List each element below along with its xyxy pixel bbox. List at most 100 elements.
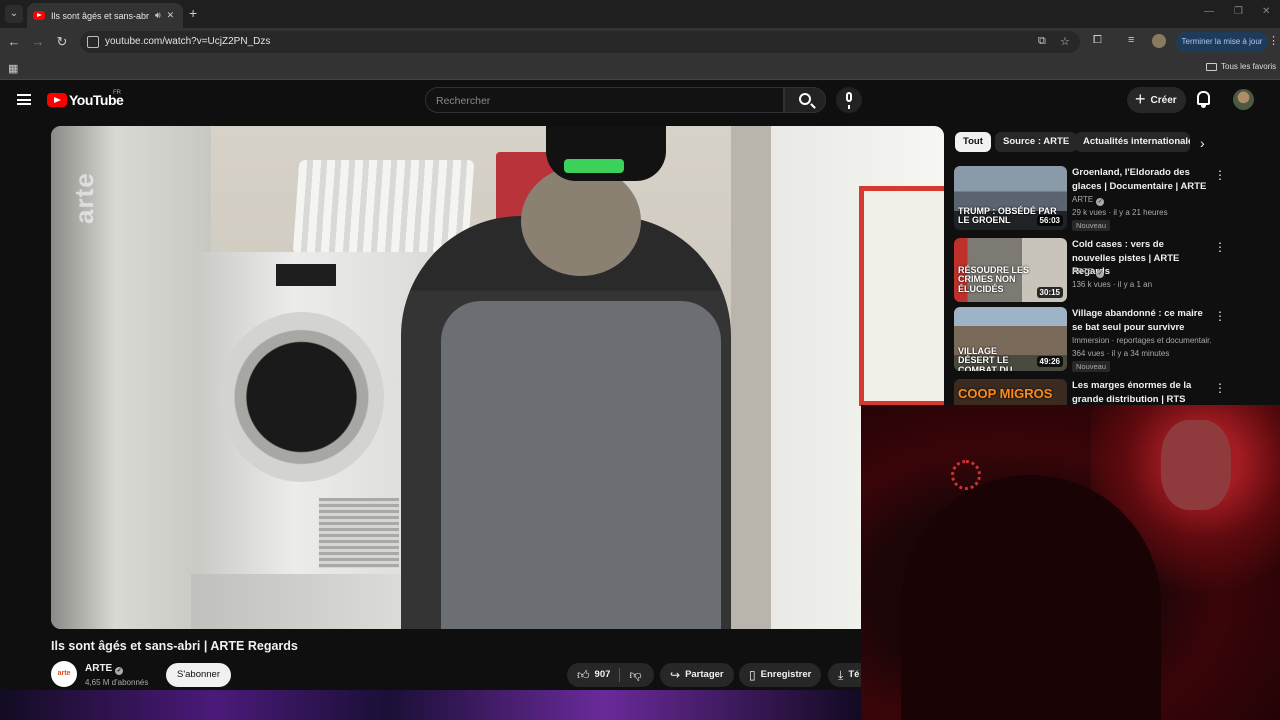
new-badge: Nouveau xyxy=(1072,361,1111,372)
youtube-favicon-icon xyxy=(33,11,45,20)
search-button[interactable] xyxy=(784,87,826,113)
minimize-icon[interactable]: — xyxy=(1204,6,1214,17)
maximize-icon[interactable]: ❐ xyxy=(1234,6,1243,17)
channel-name: ARTE xyxy=(1072,195,1094,204)
download-icon: ⤓ xyxy=(838,668,844,682)
thumbnail-text: COOP MIGROS xyxy=(958,386,1053,401)
verified-icon: ✓ xyxy=(1096,270,1105,278)
webcam-swirl-decor xyxy=(951,460,981,490)
tab-title: Ils sont âgés et sans-abri | A xyxy=(51,10,149,21)
url-text[interactable]: youtube.com/watch?v=UcjZ2PN_Dzs xyxy=(105,36,270,47)
background-image-strip xyxy=(0,690,861,720)
speaker-icon[interactable]: 🔊︎ xyxy=(155,10,161,21)
verified-icon: ✓ xyxy=(1096,198,1105,206)
more-options-icon[interactable]: ⋮ xyxy=(1214,168,1226,182)
video-scene-jacket xyxy=(441,301,721,629)
video-scene-dryer-display xyxy=(276,264,336,286)
apps-grid-icon[interactable]: ▦ xyxy=(8,62,18,75)
recommendation-channel[interactable]: ARTE ✓ xyxy=(1072,267,1105,278)
thumbnail-text: VILLAGE DÉSERT LE COMBAT DU MAIRE xyxy=(958,346,1013,371)
forward-button[interactable]: → xyxy=(30,34,46,49)
video-scene-cap-strap xyxy=(564,159,624,173)
microphone-icon xyxy=(846,92,852,109)
profile-avatar[interactable] xyxy=(1152,34,1166,48)
video-duration: 56:03 xyxy=(1036,215,1063,226)
address-bar[interactable]: youtube.com/watch?v=UcjZ2PN_Dzs ⧉ ☆ xyxy=(80,31,1080,53)
recommendation-item[interactable]: RÉSOUDRE LES CRIMES NON ÉLUCIDÉS 30:15 C… xyxy=(954,238,1269,302)
thumbs-up-icon[interactable]: 👍︎ xyxy=(577,663,590,687)
video-duration: 30:15 xyxy=(1036,287,1063,298)
webcam-person xyxy=(901,475,1161,720)
back-button[interactable]: ← xyxy=(6,34,22,49)
video-player[interactable]: arte xyxy=(51,126,944,629)
recommendation-channel[interactable]: Immersion · reportages et documentair... xyxy=(1072,336,1212,345)
chip-international-news[interactable]: Actualités internationales xyxy=(1075,132,1190,152)
tab-search-button[interactable]: ⌄ xyxy=(5,5,23,23)
video-duration: 49:26 xyxy=(1036,356,1063,367)
channel-avatar[interactable]: arte xyxy=(51,661,77,687)
like-count[interactable]: 907 xyxy=(595,663,611,687)
chip-all[interactable]: Tout xyxy=(955,132,991,152)
bookmark-star-icon[interactable]: ☆ xyxy=(1060,35,1070,48)
recommendation-thumbnail[interactable]: VILLAGE DÉSERT LE COMBAT DU MAIRE 49:26 xyxy=(954,307,1067,371)
new-badge: Nouveau xyxy=(1072,220,1111,231)
recommendation-meta: 364 vues · il y a 34 minutes xyxy=(1072,349,1170,358)
download-label: Té xyxy=(848,669,860,680)
more-options-icon[interactable]: ⋮ xyxy=(1214,309,1226,323)
all-bookmarks-folder[interactable]: Tous les favoris xyxy=(1206,62,1276,71)
browser-menu-icon[interactable]: ⋮ xyxy=(1268,34,1279,47)
notifications-bell-icon[interactable] xyxy=(1197,91,1210,108)
recommendation-item[interactable]: TRUMP : OBSÉDÉ PAR LE GROENL 56:03 Groen… xyxy=(954,166,1269,231)
more-options-icon[interactable]: ⋮ xyxy=(1214,381,1226,395)
close-tab-icon[interactable]: ✕ xyxy=(167,10,175,21)
thumbs-down-icon[interactable]: 👎︎ xyxy=(629,663,641,687)
channel-name[interactable]: ARTE ✓ xyxy=(85,663,124,675)
menu-hamburger-icon[interactable] xyxy=(17,94,31,105)
recommendation-thumbnail[interactable]: RÉSOUDRE LES CRIMES NON ÉLUCIDÉS 30:15 xyxy=(954,238,1067,302)
video-scene-notice-board xyxy=(859,186,944,406)
update-button[interactable]: Terminer la mise à jour xyxy=(1176,32,1268,52)
video-scene-hair xyxy=(521,166,641,276)
reload-button[interactable]: ↻ xyxy=(54,34,70,50)
chevron-right-icon[interactable]: › xyxy=(1200,135,1205,151)
new-tab-button[interactable]: + xyxy=(189,5,197,21)
browser-tab[interactable]: Ils sont âgés et sans-abri | A 🔊︎ ✕ xyxy=(27,3,183,28)
thumbnail-text: RÉSOUDRE LES CRIMES NON ÉLUCIDÉS xyxy=(958,265,1030,294)
youtube-masthead: YouTube FR Rechercher + Créer xyxy=(0,81,1280,119)
recommendation-thumbnail[interactable]: COOP MIGROS xyxy=(954,379,1067,405)
bookmarks-bar: ▦ Tous les favoris xyxy=(0,56,1280,80)
browser-toolbar: ← → ↻ youtube.com/watch?v=UcjZ2PN_Dzs ⧉ … xyxy=(0,28,1280,56)
chip-source-arte[interactable]: Source : ARTE xyxy=(995,132,1078,152)
recommendation-title[interactable]: Groenland, l'Eldorado des glaces | Docum… xyxy=(1072,166,1207,193)
extensions-icon[interactable]: ⧠ xyxy=(1093,34,1102,47)
close-window-icon[interactable]: ✕ xyxy=(1262,6,1270,17)
recommendation-thumbnail[interactable]: TRUMP : OBSÉDÉ PAR LE GROENL 56:03 xyxy=(954,166,1067,230)
download-button[interactable]: ⤓ Té xyxy=(828,663,861,687)
search-placeholder: Rechercher xyxy=(436,95,491,107)
recommendation-meta: 29 k vues · il y a 21 heures xyxy=(1072,208,1168,217)
recommendation-meta: 136 k vues · il y a 1 an xyxy=(1072,280,1153,289)
account-avatar[interactable] xyxy=(1233,89,1254,110)
save-button[interactable]: ▯ Enregistrer xyxy=(739,663,822,687)
plus-icon: + xyxy=(1135,89,1146,109)
more-options-icon[interactable]: ⋮ xyxy=(1214,240,1226,254)
arte-watermark: arte xyxy=(69,172,99,224)
reading-list-icon[interactable]: ≡ xyxy=(1128,34,1134,46)
create-button[interactable]: + Créer xyxy=(1127,87,1186,113)
recommendation-title[interactable]: Village abandonné : ce maire se bat seul… xyxy=(1072,307,1207,334)
recommendation-channel[interactable]: ARTE ✓ xyxy=(1072,195,1105,206)
youtube-logo[interactable]: YouTube xyxy=(47,92,124,108)
site-info-icon[interactable] xyxy=(87,36,99,48)
share-button[interactable]: ↪ Partager xyxy=(660,663,734,687)
video-scene-door-frame xyxy=(731,126,771,629)
video-scene-dryer-vent xyxy=(319,498,399,568)
voice-search-button[interactable] xyxy=(836,87,862,113)
search-input[interactable]: Rechercher xyxy=(425,87,784,113)
youtube-play-logo-icon xyxy=(47,93,67,107)
search-icon xyxy=(799,93,811,105)
cast-icon[interactable]: ⧉ xyxy=(1038,35,1046,48)
recommendation-item[interactable]: VILLAGE DÉSERT LE COMBAT DU MAIRE 49:26 … xyxy=(954,307,1269,372)
recommendation-item[interactable]: COOP MIGROS Les marges énormes de la gra… xyxy=(954,379,1269,405)
recommendation-title[interactable]: Les marges énormes de la grande distribu… xyxy=(1072,379,1207,405)
subscribe-button[interactable]: S'abonner xyxy=(166,663,231,687)
